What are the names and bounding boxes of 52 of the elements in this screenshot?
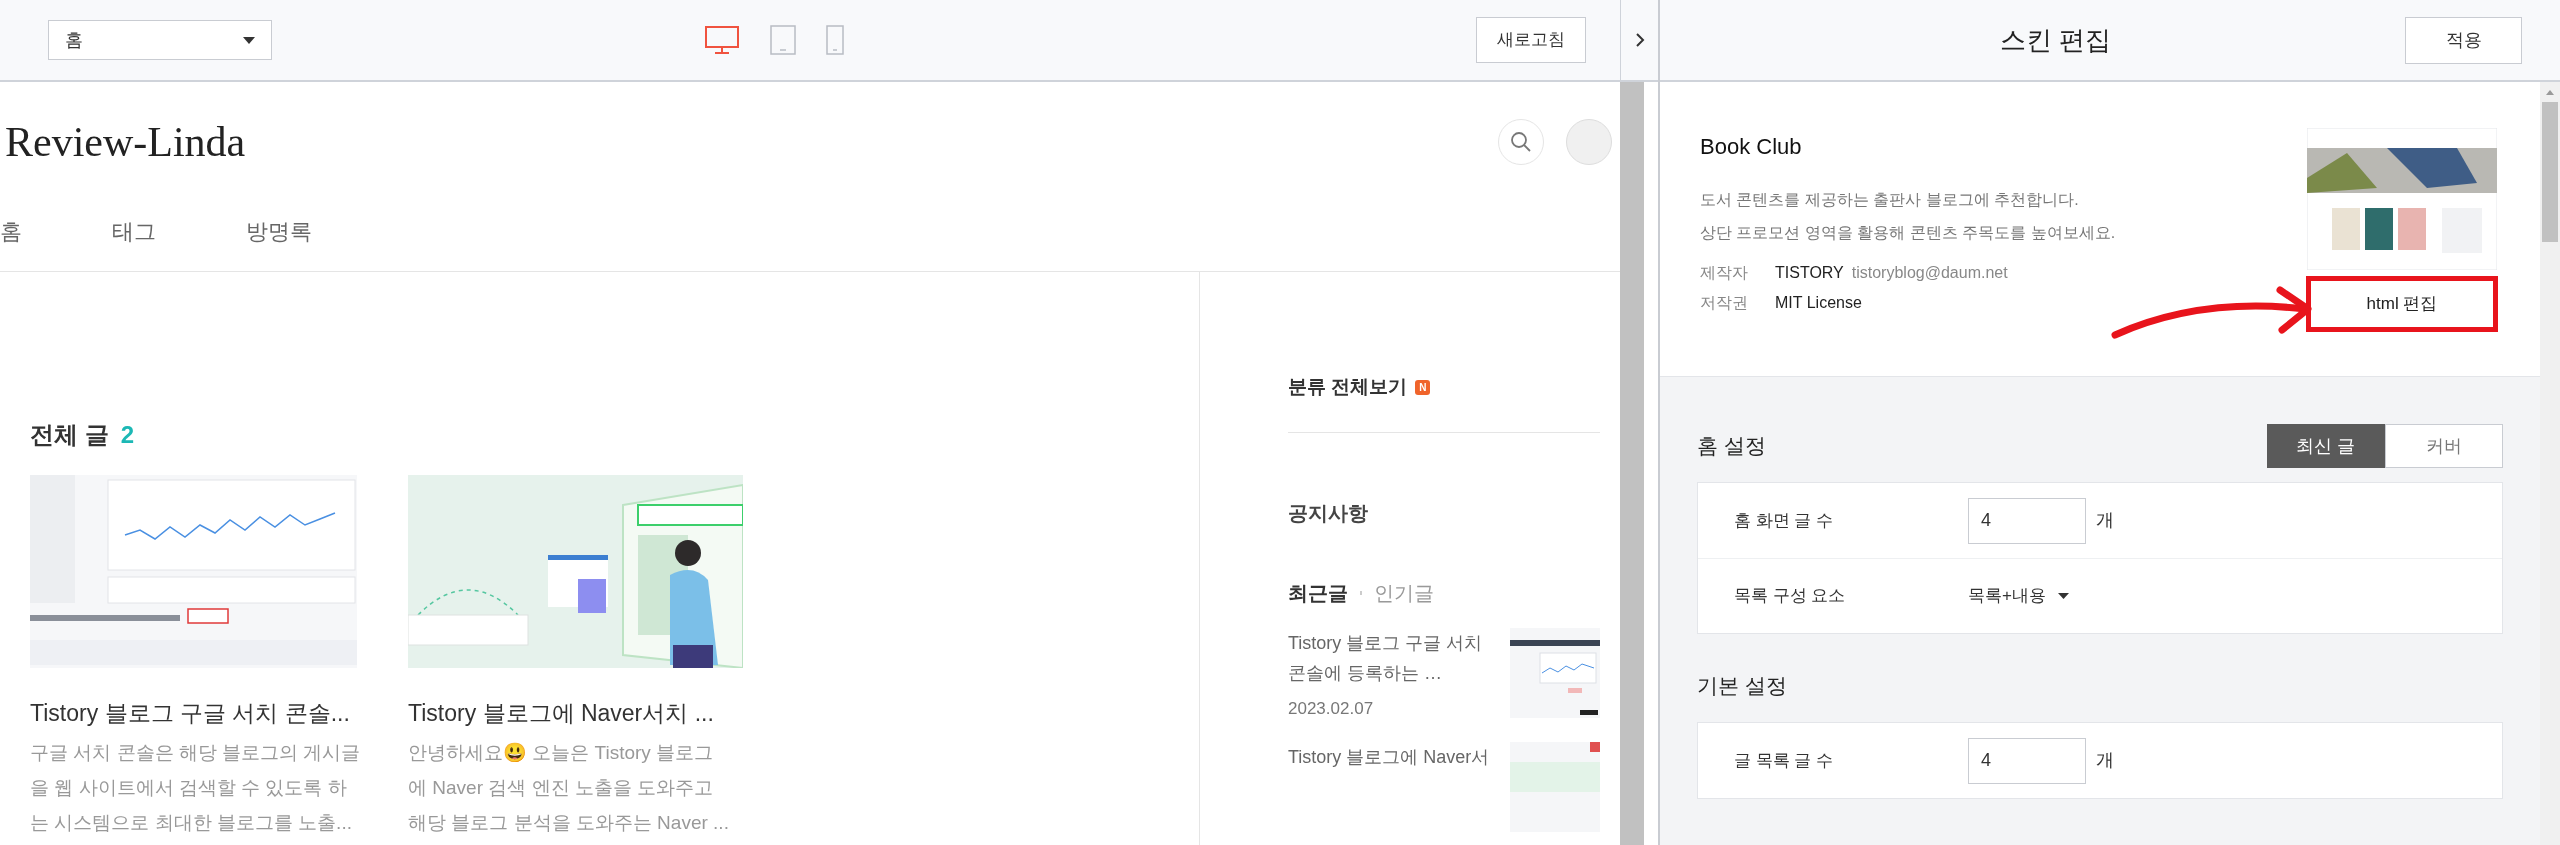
- mobile-icon[interactable]: [826, 25, 844, 55]
- author-email: tistoryblog@daum.net: [1851, 263, 2008, 283]
- new-badge: N: [1415, 379, 1431, 395]
- recent-post-link[interactable]: Tistory 블로그에 Naver서: [1288, 741, 1490, 772]
- desktop-icon[interactable]: [704, 25, 740, 55]
- page-select[interactable]: 홈: [48, 20, 272, 60]
- meta-label: 제작자: [1700, 263, 1749, 283]
- posts-heading: 전체 글: [30, 420, 109, 450]
- tablet-icon[interactable]: [770, 25, 796, 55]
- scrollbar-thumb[interactable]: [2542, 102, 2558, 242]
- unit-label: 개: [2096, 749, 2114, 772]
- collapse-button[interactable]: [1620, 0, 1658, 82]
- search-icon: [1510, 131, 1532, 153]
- number-input[interactable]: 4: [1968, 737, 2086, 784]
- scrollbar[interactable]: [1620, 82, 1644, 845]
- setting-label: 글 목록 글 수: [1734, 749, 1835, 772]
- mode-toggle[interactable]: 커버: [2385, 424, 2503, 468]
- section-title: 기본 설정: [1697, 673, 1787, 700]
- post-date: 2023.02.07: [1288, 698, 1375, 720]
- post-excerpt: 구글 서치 콘솔은 해당 블로그의 게시글 을 웹 사이트에서 검색할 수 있도록 하 는 시스템으로 최대한 블로그를 노출...: [30, 740, 362, 835]
- post-count: 2: [120, 420, 135, 450]
- nav-link[interactable]: 태그: [112, 215, 156, 248]
- panel-title: 스킨 편집: [2000, 23, 2112, 57]
- chevron-right-icon: [1634, 32, 1645, 48]
- meta-value: MIT License: [1775, 293, 1862, 313]
- setting-label: 목록 구성 요소: [1734, 585, 1847, 608]
- list-style-select[interactable]: 목록+내용: [1968, 583, 2069, 609]
- caret-icon: [243, 36, 255, 44]
- notice-heading: 공지사항: [1288, 501, 1369, 526]
- avatar[interactable]: [1566, 119, 1612, 165]
- meta-label: 저작권: [1700, 293, 1749, 313]
- refresh-button[interactable]: 새로고침: [1476, 17, 1586, 63]
- html-edit-button[interactable]: html 편집: [2306, 276, 2498, 332]
- post-title[interactable]: Tistory 블로그에 Naver서치 ...: [408, 696, 748, 731]
- sidebar-tab[interactable]: 최근글: [1288, 578, 1348, 608]
- caret-icon: [2057, 593, 2069, 599]
- recent-post-link[interactable]: Tistory 블로그 구글 서치 콘솔에 등록하는 …: [1288, 628, 1483, 688]
- skin-name: Book Club: [1700, 133, 1803, 161]
- nav-link[interactable]: 홈: [0, 215, 22, 248]
- apply-button[interactable]: 적용: [2405, 16, 2522, 64]
- setting-label: 홈 화면 글 수: [1734, 509, 1835, 532]
- meta-value: TISTORY: [1775, 263, 1844, 283]
- nav-link[interactable]: 방명록: [246, 215, 312, 248]
- category-link[interactable]: 분류 전체보기: [1288, 372, 1408, 402]
- post-title[interactable]: Tistory 블로그 구글 서치 콘솔...: [30, 696, 370, 731]
- unit-label: 개: [2096, 509, 2114, 532]
- section-title: 홈 설정: [1697, 433, 1766, 460]
- blog-title[interactable]: Review-Linda: [5, 110, 246, 174]
- number-input[interactable]: 4: [1968, 497, 2086, 544]
- post-excerpt: 안녕하세요😃 오늘은 Tistory 블로그 에 Naver 검색 엔진 노출을 도와주고 해당 블로그 분석을 도와주는 Naver ...: [408, 740, 730, 835]
- mode-toggle[interactable]: 최신 글: [2267, 424, 2385, 468]
- skin-description: 도서 콘텐츠를 제공하는 출판사 블로그에 추천합니다. 상단 프로모션 영역을 활용해 콘텐츠 주목도를 높여보세요.: [1700, 190, 2116, 243]
